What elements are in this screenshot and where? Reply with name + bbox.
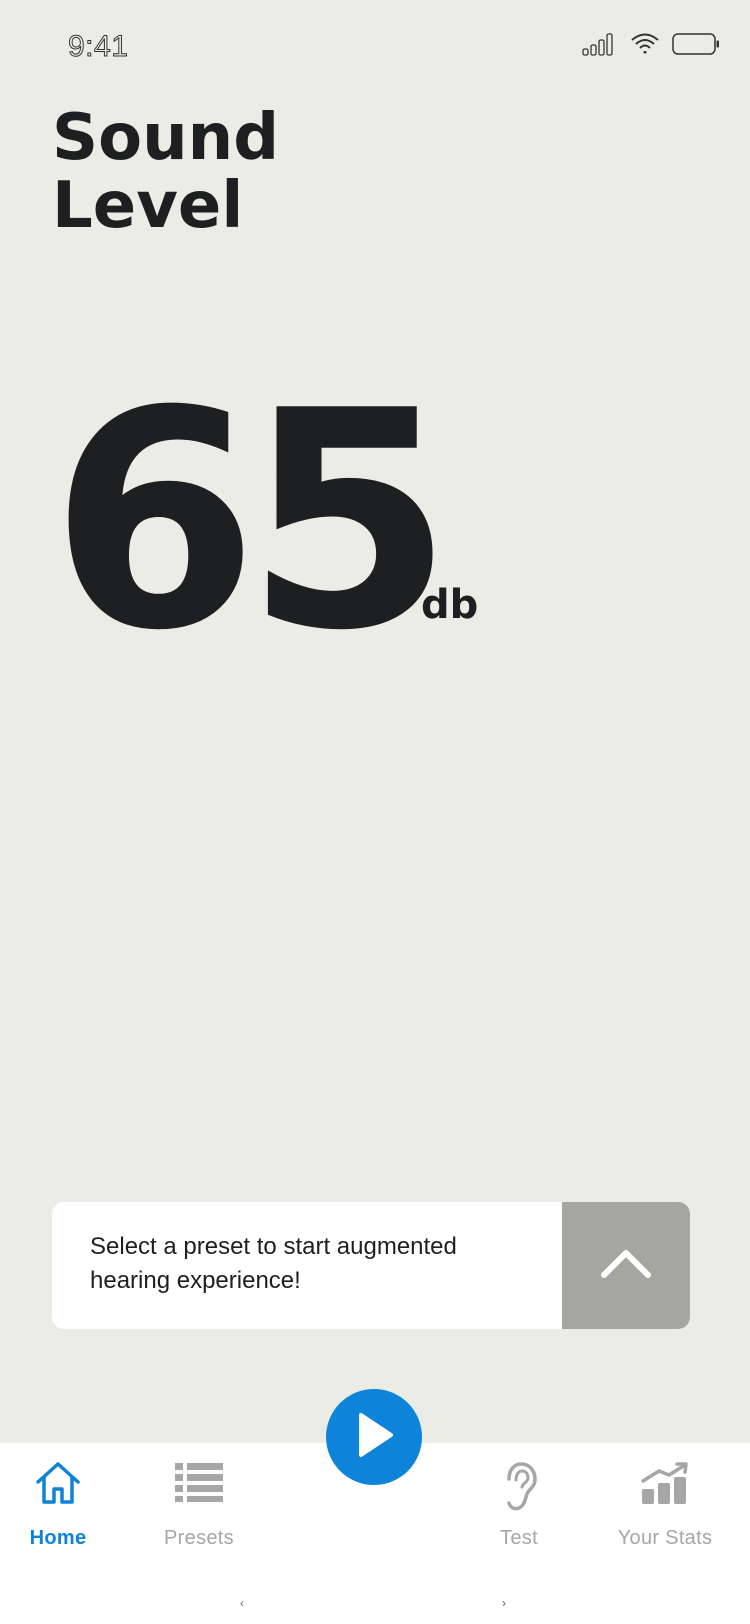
- ear-icon: [499, 1461, 539, 1518]
- preset-prompt-text: Select a preset to start augmented heari…: [90, 1233, 457, 1294]
- play-button[interactable]: [326, 1389, 422, 1485]
- expand-presets-button[interactable]: [562, 1202, 690, 1329]
- stats-chart-icon: [639, 1461, 691, 1510]
- tab-test-label: Test: [500, 1527, 538, 1549]
- tab-presets[interactable]: Presets: [124, 1443, 274, 1553]
- home-icon: [34, 1461, 82, 1510]
- sound-level-value: 65: [50, 347, 454, 696]
- status-time: 9:41: [67, 30, 129, 64]
- preset-prompt-card: Select a preset to start augmented heari…: [52, 1202, 690, 1329]
- tab-home-label: Home: [29, 1527, 87, 1549]
- tab-home[interactable]: Home: [0, 1443, 133, 1553]
- page-title: Sound Level: [52, 104, 279, 240]
- play-icon: [352, 1411, 396, 1464]
- status-icons: [582, 32, 720, 61]
- tab-your-stats-label: Your Stats: [617, 1527, 713, 1549]
- cellular-signal-icon: [582, 32, 618, 61]
- chevron-up-icon: [599, 1246, 653, 1285]
- sound-level-unit: db: [421, 582, 479, 628]
- home-indicator-left-mark: ‹: [240, 1596, 244, 1610]
- page-title-line2: Level: [52, 169, 244, 243]
- list-icon: [173, 1461, 225, 1508]
- status-bar: 9:41: [0, 0, 750, 90]
- tab-presets-label: Presets: [164, 1527, 234, 1549]
- home-indicator-right-mark: ›: [502, 1596, 506, 1610]
- tab-your-stats[interactable]: Your Stats: [590, 1443, 740, 1553]
- battery-icon: [672, 32, 720, 61]
- tab-test[interactable]: Test: [444, 1443, 594, 1553]
- wifi-icon: [630, 32, 660, 61]
- page-title-line1: Sound: [52, 101, 279, 175]
